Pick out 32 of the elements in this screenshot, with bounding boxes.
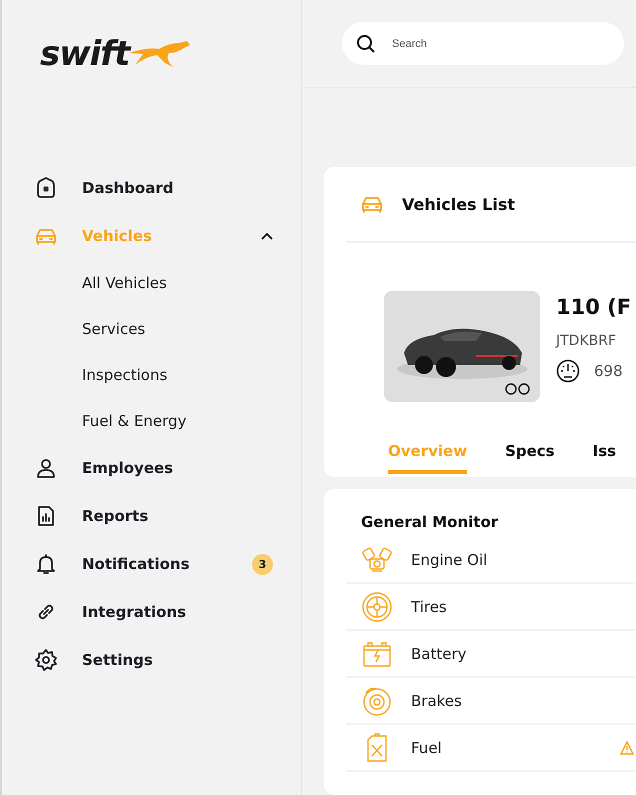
sidebar-item[interactable]: Integrations bbox=[34, 588, 301, 636]
monitor-label: Brakes bbox=[411, 692, 463, 710]
tire-icon bbox=[361, 590, 393, 622]
vehicle-name: 110 (F bbox=[556, 295, 632, 319]
section-title: General Monitor bbox=[361, 513, 500, 531]
logo-text: swift bbox=[40, 34, 130, 74]
monitor-label: Battery bbox=[411, 644, 468, 662]
sidebar-subitem[interactable]: All Vehicles bbox=[34, 260, 301, 306]
monitor-label: Tires bbox=[411, 598, 448, 616]
tab[interactable]: Specs bbox=[505, 440, 555, 474]
monitor-label: Engine Oil bbox=[411, 550, 488, 568]
user-icon bbox=[34, 456, 58, 480]
sidebar-item[interactable]: Reports bbox=[34, 492, 301, 540]
card-title: Vehicles List bbox=[402, 194, 515, 214]
chevron-icon[interactable] bbox=[261, 232, 273, 240]
sidebar-item[interactable]: Dashboard bbox=[34, 164, 301, 212]
sidebar-subitem[interactable]: Inspections bbox=[34, 352, 301, 398]
sidebar-subitem[interactable]: Services bbox=[34, 306, 301, 352]
notification-badge: 3 bbox=[252, 554, 273, 574]
search-icon bbox=[356, 34, 376, 54]
sidebar-subitem[interactable]: Fuel & Energy bbox=[34, 398, 301, 444]
monitor-label: Fuel bbox=[411, 738, 443, 756]
sidebar-item[interactable]: Settings bbox=[34, 636, 301, 684]
tab[interactable]: Iss bbox=[592, 440, 616, 474]
odometer-icon bbox=[556, 359, 580, 383]
bell-icon bbox=[34, 552, 58, 576]
home-icon bbox=[34, 176, 58, 200]
sidebar-item[interactable]: Notifications 3 bbox=[34, 540, 301, 588]
settings-icon bbox=[34, 648, 58, 672]
sidebar-item[interactable]: Employees bbox=[34, 444, 301, 492]
vin-text: JTDKBRF bbox=[556, 333, 618, 349]
odometer-text: 698 bbox=[594, 362, 623, 380]
